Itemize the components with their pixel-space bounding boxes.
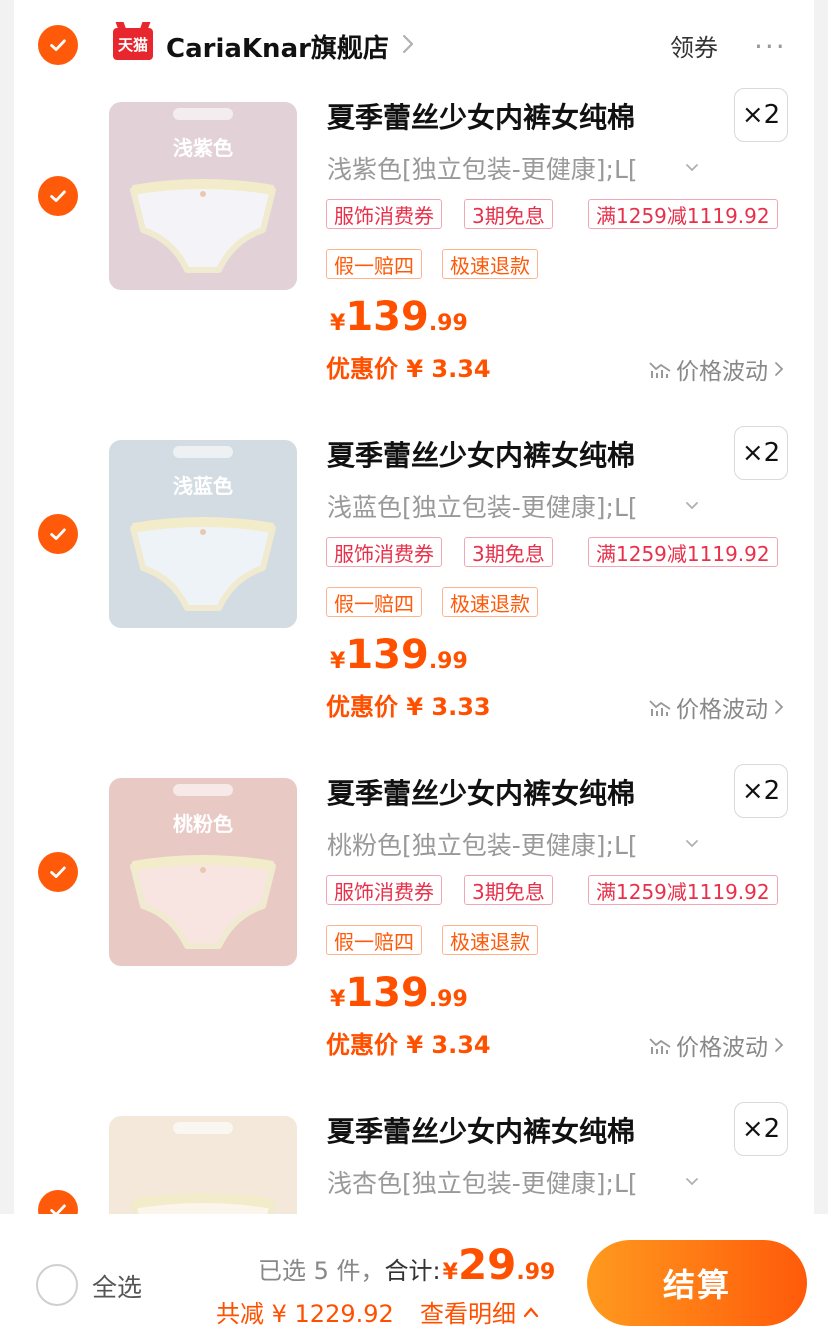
chevron-down-icon[interactable] (684, 836, 700, 852)
thumb-tag (173, 1122, 233, 1134)
tag-fake-compensation: 假一赔四 (326, 587, 422, 617)
price-integer: 139 (345, 294, 429, 340)
checkout-button[interactable]: 结算 (587, 1240, 807, 1326)
total-integer: 29 (457, 1240, 517, 1289)
price-currency: ¥ (330, 311, 346, 336)
product-title[interactable]: 夏季蕾丝少女内裤女纯棉 (327, 96, 635, 136)
thumb-color-label: 浅紫色 (173, 136, 233, 160)
product-thumbnail[interactable]: 桃粉色 (109, 778, 297, 966)
check-icon (50, 190, 66, 202)
product-thumbnail[interactable]: 浅紫色 (109, 102, 297, 290)
price-currency: ¥ (330, 649, 346, 674)
selected-count: 已选 5 件， (258, 1257, 385, 1285)
item-select-checkbox[interactable] (38, 852, 78, 892)
total-decimal: .99 (516, 1260, 556, 1285)
chevron-down-icon[interactable] (684, 498, 700, 514)
cart-item: 浅蓝色 夏季蕾丝少女内裤女纯棉 ×2 浅蓝色[独立包装-更健康];L[ 服饰消费… (14, 338, 814, 723)
product-title[interactable]: 夏季蕾丝少女内裤女纯棉 (327, 1110, 635, 1150)
item-select-checkbox[interactable] (38, 176, 78, 216)
tag-installment: 3期免息 (464, 537, 553, 567)
cart-item: 桃粉色 夏季蕾丝少女内裤女纯棉 ×2 桃粉色[独立包装-更健康];L[ 服饰消费… (14, 676, 814, 1061)
tag-full-reduction: 满1259减1119.92 (588, 537, 778, 567)
order-summary: 已选 5 件， 合计: ¥ 29 .99 (258, 1240, 555, 1289)
price-decimal: .99 (428, 987, 468, 1012)
product-price: ¥139.99 (330, 970, 468, 1016)
tag-fake-compensation: 假一赔四 (326, 249, 422, 279)
quantity-button[interactable]: ×2 (734, 88, 788, 142)
check-icon (50, 866, 66, 878)
tag-fake-compensation: 假一赔四 (326, 925, 422, 955)
item-select-checkbox[interactable] (38, 514, 78, 554)
select-all-checkbox[interactable] (36, 1264, 78, 1306)
view-details-link[interactable]: 查看明细 (420, 1294, 540, 1328)
price-currency: ¥ (330, 987, 346, 1012)
tag-full-reduction: 满1259减1119.92 (588, 875, 778, 905)
price-decimal: .99 (428, 311, 468, 336)
chevron-down-icon[interactable] (684, 160, 700, 176)
promo-tags: 服饰消费券 3期免息 满1259减1119.92 假一赔四 极速退款 (326, 537, 806, 627)
sku-selector[interactable]: 浅紫色[独立包装-更健康];L[ (327, 150, 638, 186)
underwear-icon (130, 517, 276, 611)
tag-installment: 3期免息 (464, 875, 553, 905)
price-integer: 139 (345, 632, 429, 678)
total-currency: ¥ (442, 1260, 458, 1285)
cart-card: 天猫 CariaKnar旗舰店 领券 ··· 浅紫色 夏季蕾丝少女内裤女纯棉 ×… (14, 0, 814, 1328)
product-thumbnail[interactable]: 浅蓝色 (109, 440, 297, 628)
chevron-down-icon[interactable] (684, 1174, 700, 1190)
thumb-color-label: 浅蓝色 (173, 474, 233, 498)
underwear-icon (130, 855, 276, 949)
tag-installment: 3期免息 (464, 199, 553, 229)
price-decimal: .99 (428, 649, 468, 674)
total-label: 合计: (384, 1257, 441, 1285)
tag-clothing-voucher: 服饰消费券 (326, 537, 442, 567)
tag-fast-refund: 极速退款 (442, 587, 538, 617)
thumb-color-label: 桃粉色 (173, 812, 233, 836)
select-all-label[interactable]: 全选 (92, 1268, 142, 1304)
product-price: ¥139.99 (330, 294, 468, 340)
tag-clothing-voucher: 服饰消费券 (326, 199, 442, 229)
quantity-button[interactable]: ×2 (734, 764, 788, 818)
quantity-button[interactable]: ×2 (734, 1102, 788, 1156)
product-title[interactable]: 夏季蕾丝少女内裤女纯棉 (327, 772, 635, 812)
thumb-tag (173, 446, 233, 458)
promo-tags: 服饰消费券 3期免息 满1259减1119.92 假一赔四 极速退款 (326, 199, 806, 289)
price-integer: 139 (345, 970, 429, 1016)
check-icon (50, 528, 66, 540)
product-price: ¥139.99 (330, 632, 468, 678)
product-title[interactable]: 夏季蕾丝少女内裤女纯棉 (327, 434, 635, 474)
sku-selector[interactable]: 桃粉色[独立包装-更健康];L[ (327, 826, 638, 862)
thumb-tag (173, 108, 233, 120)
cart-item: 浅紫色 夏季蕾丝少女内裤女纯棉 ×2 浅紫色[独立包装-更健康];L[ 服饰消费… (14, 0, 814, 385)
thumb-tag (173, 784, 233, 796)
tag-full-reduction: 满1259减1119.92 (588, 199, 778, 229)
checkout-bar: 全选 已选 5 件， 合计: ¥ 29 .99 共减 ¥ 1229.92 查看明… (0, 1214, 828, 1328)
underwear-icon (130, 179, 276, 273)
chevron-up-icon (523, 1306, 539, 1317)
tag-fast-refund: 极速退款 (442, 249, 538, 279)
sku-selector[interactable]: 浅蓝色[独立包装-更健康];L[ (327, 488, 638, 524)
quantity-button[interactable]: ×2 (734, 426, 788, 480)
tag-clothing-voucher: 服饰消费券 (326, 875, 442, 905)
sku-selector[interactable]: 浅杏色[独立包装-更健康];L[ (327, 1164, 638, 1200)
promo-tags: 服饰消费券 3期免息 满1259减1119.92 假一赔四 极速退款 (326, 875, 806, 965)
tag-fast-refund: 极速退款 (442, 925, 538, 955)
view-details-label: 查看明细 (420, 1300, 516, 1328)
total-discount: 共减 ¥ 1229.92 (216, 1300, 394, 1328)
